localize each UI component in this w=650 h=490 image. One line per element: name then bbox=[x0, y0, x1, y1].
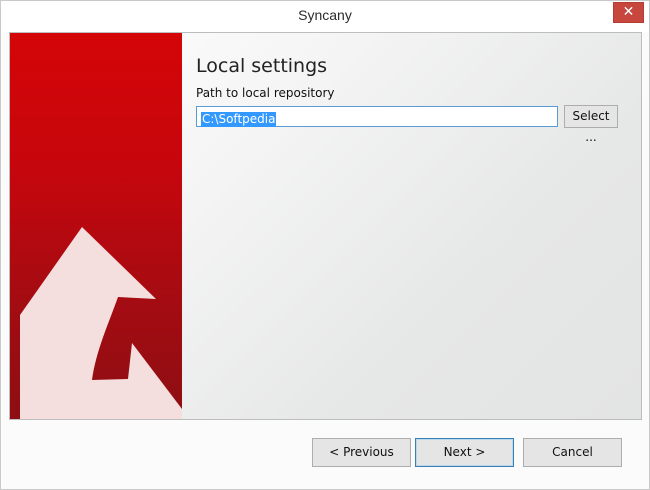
select-folder-button[interactable]: Select ... bbox=[564, 105, 618, 144]
path-label: Path to local repository bbox=[196, 86, 335, 100]
page-title: Local settings bbox=[196, 55, 328, 77]
banner-image bbox=[10, 33, 182, 419]
previous-button[interactable]: < Previous bbox=[312, 438, 411, 467]
wizard-panel: Local settings Path to local repository … bbox=[9, 32, 642, 420]
path-input[interactable]: C:\Softpedia bbox=[196, 106, 558, 127]
cancel-button[interactable]: Cancel bbox=[523, 438, 622, 467]
next-button[interactable]: Next > bbox=[415, 438, 514, 467]
close-icon: ✕ bbox=[622, 4, 635, 20]
close-button[interactable]: ✕ bbox=[613, 2, 644, 23]
wizard-window: Syncany ✕ Local settings Path to local r… bbox=[0, 0, 650, 490]
window-title: Syncany bbox=[298, 7, 352, 23]
syncany-arrow-logo-icon bbox=[20, 227, 182, 419]
path-input-value: C:\Softpedia bbox=[201, 112, 277, 127]
title-bar[interactable]: Syncany ✕ bbox=[1, 1, 649, 32]
